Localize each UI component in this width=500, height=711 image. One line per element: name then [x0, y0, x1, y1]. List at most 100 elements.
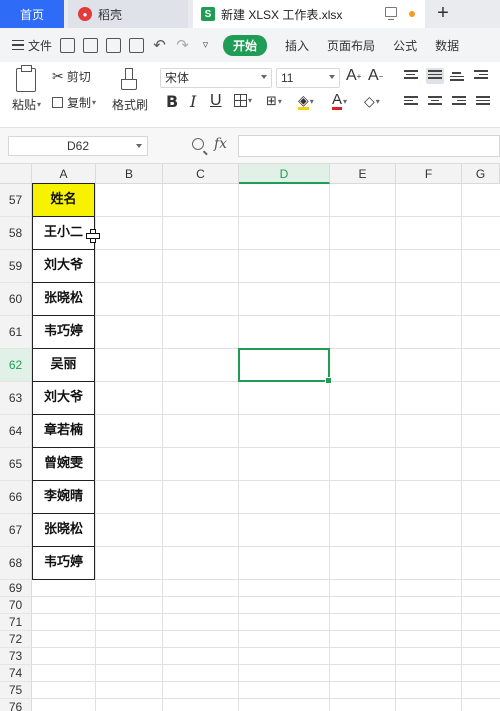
- row-header-61[interactable]: 61: [0, 316, 32, 349]
- column-header-g[interactable]: G: [462, 164, 500, 184]
- name-box[interactable]: D62: [8, 136, 148, 156]
- name-cell[interactable]: 吴丽: [32, 349, 95, 382]
- export-icon[interactable]: [83, 37, 99, 53]
- column-header-b[interactable]: B: [96, 164, 163, 184]
- column-header-d[interactable]: D: [239, 164, 330, 184]
- format-painter-button[interactable]: 格式刷: [112, 96, 148, 113]
- row-header-65[interactable]: 65: [0, 448, 32, 481]
- grid-line: [32, 447, 500, 448]
- tab-workbook-label: 新建 XLSX 工作表.xlsx: [221, 7, 343, 22]
- row-header-58[interactable]: 58: [0, 217, 32, 250]
- name-cell[interactable]: 韦巧婷: [32, 547, 95, 580]
- row-header-72[interactable]: 72: [0, 631, 32, 648]
- cell-style-icon[interactable]: ⊞ ▾: [266, 93, 282, 109]
- name-cell[interactable]: 刘大爷: [32, 382, 95, 415]
- font-color-icon[interactable]: A ▾: [332, 92, 347, 110]
- column-header-e[interactable]: E: [330, 164, 396, 184]
- selected-cell-d62[interactable]: [238, 348, 332, 384]
- indent-icon[interactable]: [474, 70, 488, 82]
- justify-icon[interactable]: [476, 96, 490, 108]
- column-header-cell[interactable]: 姓名: [32, 183, 95, 217]
- formula-input[interactable]: [238, 135, 500, 157]
- monitor-icon[interactable]: [385, 7, 397, 20]
- fx-icon[interactable]: fx: [214, 136, 227, 152]
- cut-label: 剪切: [66, 70, 91, 84]
- decrease-font-size-glyph: A: [368, 67, 379, 84]
- copy-button[interactable]: 复制 ▾: [52, 94, 96, 111]
- row-header-62[interactable]: 62: [0, 349, 32, 382]
- save-icon[interactable]: [60, 37, 76, 53]
- column-header-c[interactable]: C: [163, 164, 239, 184]
- align-top-icon[interactable]: [404, 70, 418, 82]
- align-center-icon[interactable]: [428, 96, 442, 108]
- column-header-a[interactable]: A: [32, 164, 96, 184]
- row-header-60[interactable]: 60: [0, 283, 32, 316]
- row-header-76[interactable]: 76: [0, 699, 32, 711]
- name-cell[interactable]: 李婉晴: [32, 481, 95, 514]
- name-cell[interactable]: 曾婉雯: [32, 448, 95, 481]
- row-header-74[interactable]: 74: [0, 665, 32, 682]
- name-cell[interactable]: 韦巧婷: [32, 316, 95, 349]
- row-header-68[interactable]: 68: [0, 547, 32, 580]
- decrease-font-size-icon[interactable]: A −: [368, 67, 383, 85]
- border-icon: [234, 94, 247, 107]
- font-size-select[interactable]: 11: [276, 68, 340, 88]
- align-middle-icon[interactable]: [426, 68, 444, 84]
- new-tab-plus-icon[interactable]: +: [432, 2, 454, 24]
- tab-data[interactable]: 数据: [435, 37, 459, 54]
- row-header-63[interactable]: 63: [0, 382, 32, 415]
- format-painter-icon[interactable]: [120, 68, 137, 90]
- row-header-73[interactable]: 73: [0, 648, 32, 665]
- bold-icon[interactable]: B: [166, 92, 178, 111]
- align-bottom-icon[interactable]: [450, 72, 464, 84]
- border-button[interactable]: ▾: [234, 94, 252, 107]
- row-header-59[interactable]: 59: [0, 250, 32, 283]
- fill-color-icon[interactable]: ◈ ▾: [298, 93, 314, 110]
- clear-format-icon[interactable]: ◇ ▾: [364, 93, 380, 110]
- paste-icon[interactable]: [16, 65, 36, 92]
- row-header-64[interactable]: 64: [0, 415, 32, 448]
- more-chevron-icon[interactable]: ▿: [198, 38, 213, 53]
- cut-button[interactable]: ✂ 剪切: [52, 68, 91, 85]
- italic-icon[interactable]: I: [190, 92, 196, 111]
- increase-font-size-icon[interactable]: A +: [346, 67, 361, 85]
- undo-icon[interactable]: ↶: [152, 38, 167, 53]
- row-header-70[interactable]: 70: [0, 597, 32, 614]
- zoom-icon[interactable]: [192, 138, 204, 150]
- name-cell[interactable]: 张晓松: [32, 514, 95, 547]
- redo-icon[interactable]: ↷: [175, 38, 190, 53]
- grid-line: [32, 546, 500, 547]
- tab-docer[interactable]: ● 稻壳: [68, 0, 188, 28]
- tab-workbook[interactable]: S 新建 XLSX 工作表.xlsx: [193, 0, 425, 28]
- tab-home[interactable]: 首页: [0, 0, 64, 28]
- tab-insert[interactable]: 插入: [285, 37, 309, 54]
- name-cell[interactable]: 章若楠: [32, 415, 95, 448]
- tab-formulas[interactable]: 公式: [393, 37, 417, 54]
- print-preview-icon[interactable]: [129, 37, 145, 53]
- row-header-69[interactable]: 69: [0, 580, 32, 597]
- print-icon[interactable]: [106, 37, 122, 53]
- select-all-corner[interactable]: [0, 164, 32, 184]
- column-header-f[interactable]: F: [396, 164, 462, 184]
- row-header-71[interactable]: 71: [0, 614, 32, 631]
- font-family-select[interactable]: 宋体: [160, 68, 272, 88]
- row-header-67[interactable]: 67: [0, 514, 32, 547]
- tab-page-layout[interactable]: 页面布局: [327, 37, 375, 54]
- grid-line: [32, 596, 500, 597]
- increase-font-size-glyph: A: [346, 67, 357, 84]
- underline-icon[interactable]: U: [210, 92, 222, 110]
- file-menu-button[interactable]: 文件: [12, 37, 52, 54]
- fill-bucket-icon: ◈: [298, 92, 309, 110]
- row-header-57[interactable]: 57: [0, 184, 32, 217]
- format-painter-label: 格式刷: [112, 98, 149, 112]
- spreadsheet-grid[interactable]: A B C D E F G 57 58 59 60 61 62 63 64 65 66 67 68 69 70 71 72 7…: [0, 164, 500, 711]
- paste-button[interactable]: 粘贴 ▾: [12, 96, 41, 113]
- name-cell[interactable]: 刘大爷: [32, 250, 95, 283]
- name-cell[interactable]: 张晓松: [32, 283, 95, 316]
- align-right-icon[interactable]: [452, 96, 466, 108]
- tab-start[interactable]: 开始: [223, 34, 268, 56]
- align-left-icon[interactable]: [404, 96, 418, 108]
- tab-home-label: 首页: [19, 7, 44, 22]
- row-header-66[interactable]: 66: [0, 481, 32, 514]
- row-header-75[interactable]: 75: [0, 682, 32, 699]
